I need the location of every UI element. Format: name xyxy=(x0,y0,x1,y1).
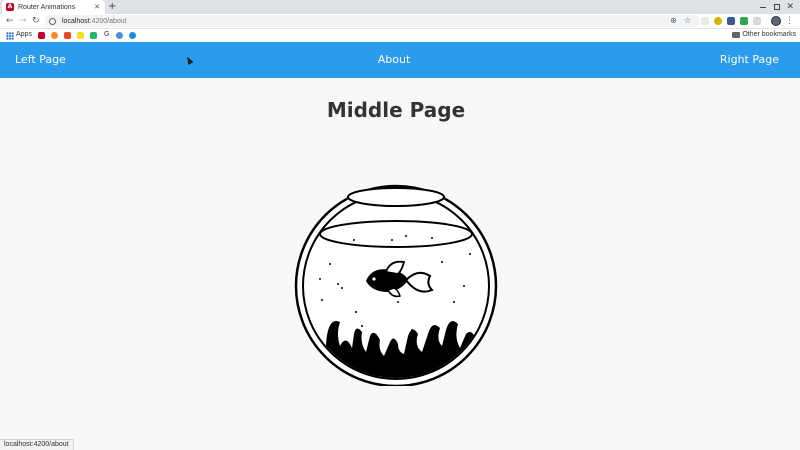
extension-coin-icon[interactable] xyxy=(714,17,722,25)
extension-feather-icon[interactable] xyxy=(753,17,761,25)
bookmark-star-icon[interactable]: ☆ xyxy=(684,16,691,26)
forward-icon[interactable]: → xyxy=(19,15,27,27)
window-minimize-icon[interactable] xyxy=(760,7,766,8)
fishbowl-illustration xyxy=(294,184,498,386)
browser-tabstrip: A Router Animations ✕ + ✕ xyxy=(0,0,800,14)
extension-doc-icon[interactable] xyxy=(701,17,709,25)
back-icon[interactable]: ← xyxy=(6,15,14,27)
other-bookmarks[interactable]: Other bookmarks xyxy=(742,31,796,38)
site-info-icon[interactable] xyxy=(49,17,56,25)
profile-avatar[interactable] xyxy=(771,16,781,26)
nav-right-page-link[interactable]: Right Page xyxy=(720,53,779,66)
extension-green-icon[interactable] xyxy=(740,17,748,25)
menu-dots-icon[interactable]: ⋮ xyxy=(785,15,794,27)
extension-facebook-icon[interactable] xyxy=(727,17,735,25)
status-bar-url: localhost:4200/about xyxy=(0,439,74,450)
google-bookmark[interactable]: G xyxy=(104,31,109,38)
new-tab-icon[interactable]: + xyxy=(108,1,116,13)
globe-bookmark-icon[interactable] xyxy=(129,32,136,39)
reload-icon[interactable]: ↻ xyxy=(32,15,40,27)
browser-toolbar: ← → ↻ localhost:4200/about ⊕ ☆ ⋮ xyxy=(0,14,800,29)
browser-tab[interactable]: A Router Animations ✕ xyxy=(2,0,105,14)
tab-title: Router Animations xyxy=(18,3,76,11)
js-bookmark-icon[interactable] xyxy=(77,32,84,39)
chat-bookmark-icon[interactable] xyxy=(90,32,97,39)
folder-icon xyxy=(732,32,740,38)
app-navbar: Left Page About Right Page xyxy=(0,42,800,78)
zoom-icon[interactable]: ⊕ xyxy=(670,16,677,26)
nav-about-link[interactable]: About xyxy=(0,53,788,66)
angular-bookmark-icon[interactable] xyxy=(38,32,45,39)
orange-bookmark-icon[interactable] xyxy=(51,32,58,39)
gitlab-bookmark-icon[interactable] xyxy=(64,32,71,39)
url-host: localhost xyxy=(62,17,90,25)
url-path: :4200/about xyxy=(89,17,127,25)
address-bar[interactable]: localhost:4200/about xyxy=(45,15,700,27)
apps-bookmark[interactable]: Apps xyxy=(16,31,32,38)
apps-grid-icon[interactable] xyxy=(6,32,14,40)
page-title: Middle Page xyxy=(326,98,466,122)
bookmarks-bar: Apps G Other bookmarks xyxy=(0,29,800,42)
window-maximize-icon[interactable] xyxy=(774,4,780,10)
blue-bookmark-icon[interactable] xyxy=(116,32,123,39)
window-close-icon[interactable]: ✕ xyxy=(786,1,794,13)
tab-close-icon[interactable]: ✕ xyxy=(94,3,100,11)
angular-favicon-icon: A xyxy=(6,3,14,11)
